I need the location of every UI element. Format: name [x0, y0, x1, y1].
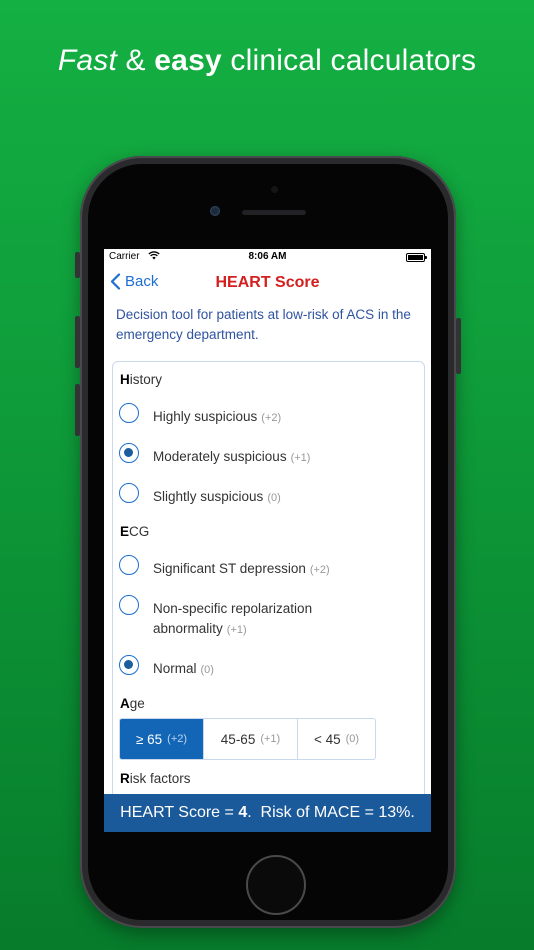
- result-suffix: . Risk of MACE = 13%.: [247, 804, 415, 821]
- power-button: [456, 318, 461, 374]
- history-option-moderately-suspicious[interactable]: Moderately suspicious (+1): [119, 443, 418, 468]
- section-history-heading: History: [120, 372, 163, 387]
- result-bar: HEART Score = 4. Risk of MACE = 13%.: [104, 794, 431, 832]
- radio-button-selected[interactable]: [119, 655, 139, 675]
- ecg-option-st-depression[interactable]: Significant ST depression (+2): [119, 555, 418, 580]
- earpiece-speaker: [242, 210, 306, 215]
- volume-down-button: [75, 384, 80, 436]
- radio-button[interactable]: [119, 403, 139, 423]
- volume-up-button: [75, 316, 80, 368]
- age-segmented-control: ≥ 65 (+2) 45-65 (+1) < 45 (0): [119, 718, 376, 760]
- navigation-bar: Back HEART Score: [104, 265, 431, 301]
- radio-button[interactable]: [119, 595, 139, 615]
- calculator-card: History Highly suspicious (+2) Moderately…: [112, 361, 425, 832]
- age-option-under-45[interactable]: < 45 (0): [298, 719, 375, 759]
- status-bar: Carrier 8:06 AM: [104, 249, 431, 265]
- front-camera: [210, 206, 220, 216]
- section-age-heading: Age: [120, 696, 145, 711]
- marketing-headline: Fast & easy clinical calculators: [0, 44, 534, 78]
- ecg-option-repolarization[interactable]: Non-specific repolarization abnormality(…: [119, 595, 418, 640]
- headline-easy: easy: [154, 44, 222, 77]
- age-option-65-plus[interactable]: ≥ 65 (+2): [120, 719, 204, 759]
- home-button[interactable]: [246, 855, 306, 915]
- section-risk-factors-heading: Risk factors: [120, 771, 191, 786]
- battery-icon: [406, 253, 427, 262]
- age-option-45-65[interactable]: 45-65 (+1): [204, 719, 298, 759]
- section-ecg-heading: ECG: [120, 524, 150, 539]
- result-score: 4: [238, 804, 248, 821]
- mute-switch: [75, 252, 80, 278]
- radio-button[interactable]: [119, 555, 139, 575]
- status-time: 8:06 AM: [248, 251, 287, 262]
- ecg-option-normal[interactable]: Normal (0): [119, 655, 418, 680]
- proximity-sensor: [271, 186, 278, 193]
- radio-button-selected[interactable]: [119, 443, 139, 463]
- description-text: Decision tool for patients at low-risk o…: [116, 307, 411, 342]
- history-option-highly-suspicious[interactable]: Highly suspicious (+2): [119, 403, 418, 428]
- app-screen: Carrier 8:06 AM Back HEART Score Decisio…: [104, 249, 431, 832]
- headline-rest: clinical calculators: [230, 44, 477, 77]
- headline-amp: &: [125, 44, 146, 77]
- history-option-slightly-suspicious[interactable]: Slightly suspicious (0): [119, 483, 418, 508]
- headline-fast: Fast: [57, 44, 117, 77]
- result-prefix: HEART Score =: [120, 804, 234, 821]
- radio-button[interactable]: [119, 483, 139, 503]
- page-title: HEART Score: [215, 274, 320, 291]
